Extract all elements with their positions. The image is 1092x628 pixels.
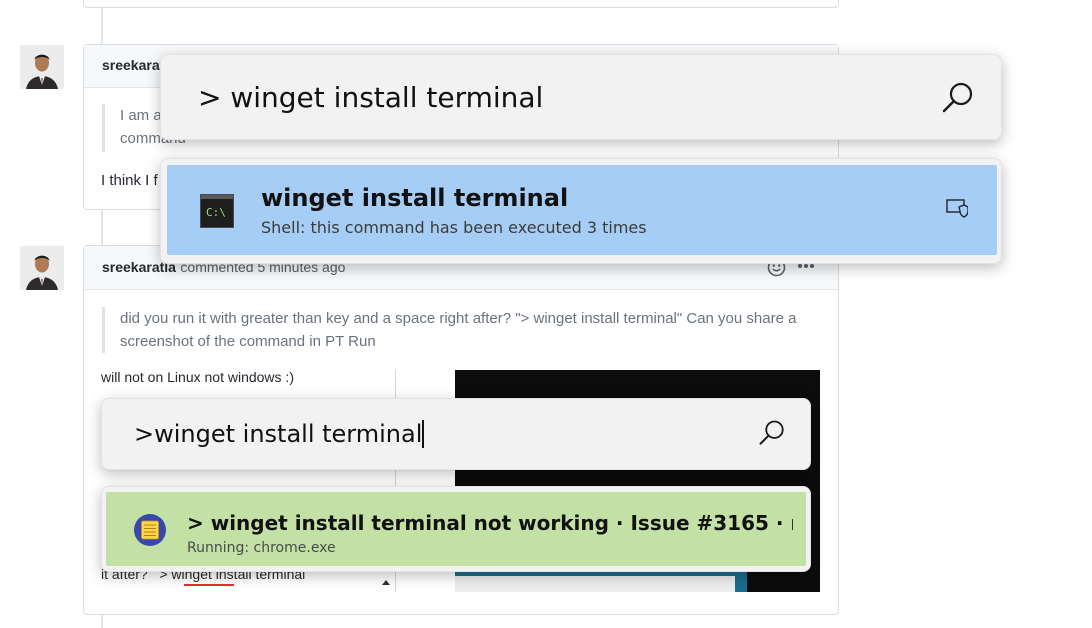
result-subtitle: Shell: this command has been executed 3 …: [261, 218, 647, 237]
spellcheck-underline: [184, 584, 234, 586]
comment-body: I think I f: [101, 172, 158, 189]
search-input[interactable]: >winget install terminal: [134, 420, 424, 448]
powertoys-search-box[interactable]: >winget install terminal: [101, 398, 811, 470]
search-icon[interactable]: [941, 81, 975, 115]
powertoys-results: > winget install terminal not working · …: [101, 486, 811, 572]
search-input-text: >winget install terminal: [134, 420, 423, 448]
text-cursor: [422, 420, 424, 448]
comment-quote: did you run it with greater than key and…: [102, 307, 810, 353]
search-icon[interactable]: [758, 419, 786, 447]
powertoys-results: C:\ winget install terminal Shell: this …: [160, 158, 1002, 264]
scroll-up-icon[interactable]: [380, 576, 392, 588]
screenshot-white-panel: [455, 576, 735, 592]
search-input[interactable]: > winget install terminal: [198, 81, 543, 114]
result-item-selected[interactable]: C:\ winget install terminal Shell: this …: [167, 165, 997, 255]
chrome-icon: [133, 513, 167, 547]
result-title: > winget install terminal not working · …: [187, 511, 793, 535]
screenshot-text-line: will not on Linux not windows :): [101, 369, 294, 385]
result-item-selected[interactable]: > winget install terminal not working · …: [106, 492, 806, 566]
previous-comment-card: [83, 0, 839, 8]
result-title: winget install terminal: [261, 184, 569, 212]
comment-author[interactable]: sreekarat: [102, 57, 164, 73]
terminal-icon: C:\: [200, 194, 234, 228]
result-subtitle: Running: chrome.exe: [187, 540, 336, 556]
terminal-icon-text: C:\: [206, 206, 226, 219]
powertoys-search-box[interactable]: > winget install terminal: [160, 54, 1002, 140]
avatar[interactable]: [20, 45, 64, 89]
run-as-admin-icon[interactable]: [946, 199, 968, 219]
avatar[interactable]: [20, 246, 64, 290]
